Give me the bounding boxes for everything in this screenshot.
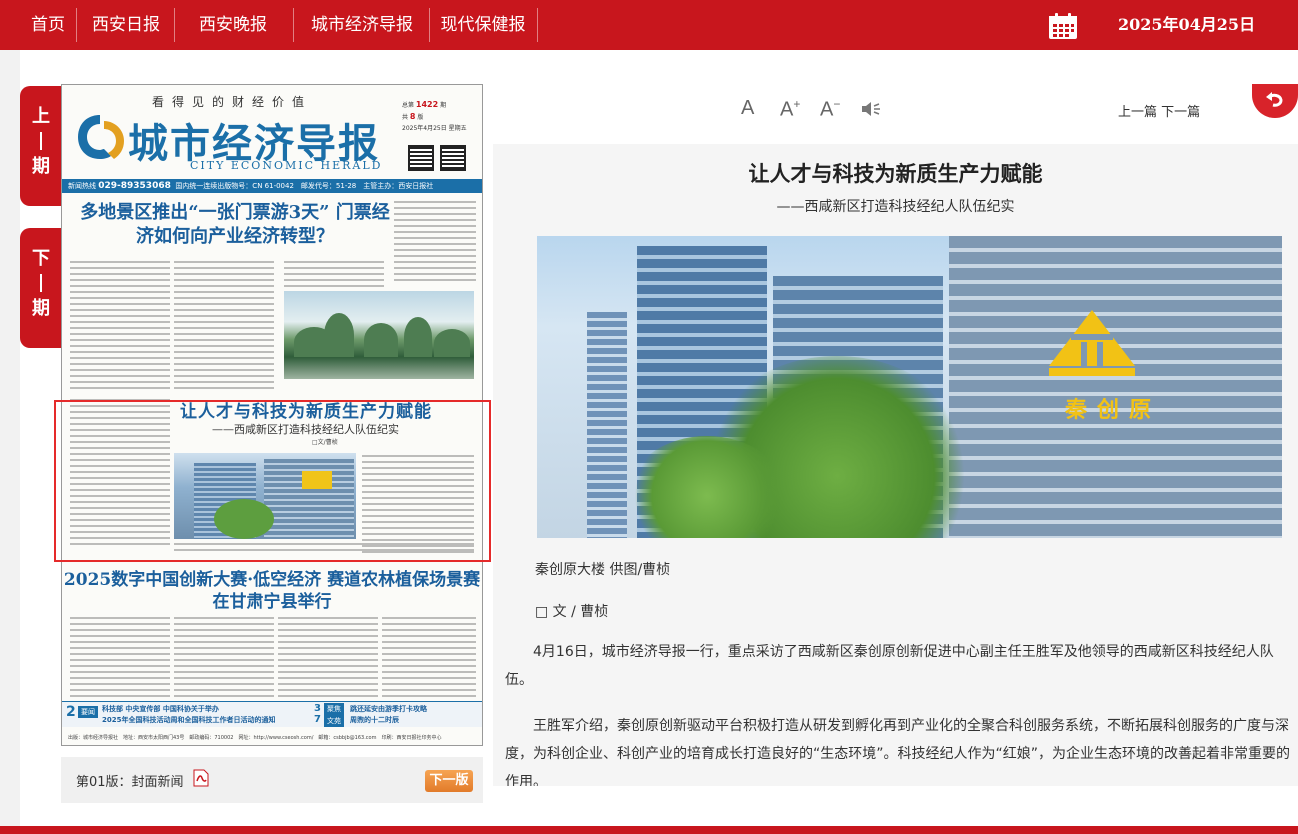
font-normal-label: A: [741, 97, 755, 119]
font-size-normal-button[interactable]: A: [741, 97, 754, 120]
article-pager: 上一篇 下一篇: [1118, 101, 1200, 120]
qr-code-icon: [408, 145, 434, 171]
nav-divider: [76, 8, 77, 42]
qr-code-icon: [440, 145, 466, 171]
hill-shape: [364, 323, 398, 357]
page-label: 第01版：封面新闻: [76, 775, 184, 790]
prev-article-link[interactable]: 上一篇: [1118, 105, 1157, 120]
guide-page-number: 2: [66, 704, 76, 720]
text-column: [394, 201, 476, 285]
font-smaller-sup: −: [833, 97, 841, 111]
selected-article-highlight[interactable]: [54, 400, 491, 562]
prev-tab-char-2: 期: [32, 156, 50, 177]
guide-line: 跳还延安由游季打卡攻略: [350, 705, 427, 713]
font-size-decrease-button[interactable]: A−: [820, 97, 840, 122]
publication-info: 国内统一连续出版物号：CN 61-0042 邮发代号：51-28 主管主办：西安…: [175, 182, 434, 190]
article-panel: 让人才与科技为新质生产力赋能 ——西咸新区打造科技经纪人队伍纪实 秦创原 秦创原…: [493, 144, 1298, 786]
next-tab-char-1: 下: [32, 248, 50, 269]
nav-item-xian-daily[interactable]: 西安日报: [80, 0, 172, 50]
next-tab-char-2: 期: [32, 298, 50, 319]
pdf-icon[interactable]: [193, 769, 209, 787]
text-column: [70, 261, 170, 391]
issue-total: 1422: [415, 100, 439, 109]
landscape-photo: [284, 291, 474, 379]
font-size-increase-button[interactable]: A+: [780, 97, 800, 122]
font-larger-label: A: [780, 98, 794, 121]
hill-shape: [434, 329, 470, 357]
guide-line: 科技部 中央宣传部 中国科协关于举办: [102, 705, 219, 713]
prev-tab-dash: [40, 132, 42, 150]
hotline-number: 029-89353068: [98, 181, 171, 191]
nav-item-modern-health[interactable]: 现代保健报: [430, 0, 536, 50]
next-tab-dash: [40, 274, 42, 292]
paper-guide-bar: 2 要闻 科技部 中央宣传部 中国科协关于举办 2025年全国科技活动周和全国科…: [62, 701, 482, 727]
calendar-icon[interactable]: [1048, 12, 1078, 40]
text-column: [174, 261, 274, 391]
article-paragraph: 王胜军介绍，秦创原创新驱动平台积极打造从研发到孵化再到产业化的全聚合科创服务系统…: [505, 718, 1291, 786]
speaker-icon[interactable]: [861, 101, 881, 117]
next-page-button[interactable]: 下一版: [425, 770, 473, 792]
building-shape: [587, 312, 627, 538]
prev-tab-char-1: 上: [32, 106, 50, 127]
article-subtitle: ——西咸新区打造科技经纪人队伍纪实: [776, 199, 1015, 215]
guide-tag: 聚焦: [324, 703, 344, 715]
article-byline: □ 文 / 曹桢: [535, 604, 609, 620]
issue-date: 2025年4月25日 星期五: [402, 125, 467, 132]
photo-caption: 秦创原大楼 供图/曹桢: [535, 562, 671, 578]
nav-item-home[interactable]: 首页: [22, 0, 74, 50]
nav-item-xian-evening[interactable]: 西安晚报: [184, 0, 282, 50]
guide-tag: 文苑: [324, 715, 344, 727]
nav-divider: [537, 8, 538, 42]
masthead-english-title: CITY ECONOMIC HERALD: [190, 159, 383, 172]
text-column: [174, 617, 274, 697]
top-nav-bar: 首页 西安日报 西安晚报 城市经济导报 现代保健报 2025年04月25日: [0, 0, 1298, 50]
article-photo[interactable]: 秦创原: [537, 236, 1282, 538]
hill-shape: [324, 313, 354, 357]
bottom-bar: [0, 826, 1298, 834]
article-paragraph: 4月16日，城市经济导报一行，重点采访了西咸新区秦创原创新促进中心副主任王胜军及…: [505, 644, 1274, 688]
hill-shape: [404, 317, 432, 357]
building-sign-text: 秦创原: [1065, 398, 1162, 423]
masthead-slogan: 看得见的财经价值: [152, 95, 313, 109]
hotline-label: 新闻热线: [68, 182, 96, 190]
nav-divider: [174, 8, 175, 42]
guide-tag: 要闻: [78, 706, 98, 718]
current-date: 2025年04月25日: [1118, 15, 1256, 34]
nav-divider: [293, 8, 294, 42]
guide-line: 周煦的十二时辰: [350, 716, 399, 724]
paper-headline-scenic: 多地景区推出“一张门票游3天” 门票经济如何向产业经济转型？: [80, 202, 390, 247]
text-column: [284, 261, 384, 287]
article-title: 让人才与科技为新质生产力赋能: [748, 162, 1043, 186]
nav-item-city-economic-herald[interactable]: 城市经济导报: [296, 0, 428, 50]
page-footer: 第01版：封面新闻 下一版: [61, 757, 483, 803]
font-larger-sup: +: [793, 97, 801, 111]
guide-page-number: 7: [314, 714, 321, 725]
back-arrow-icon: [1266, 92, 1283, 107]
previous-issue-tab[interactable]: 上 期: [20, 86, 62, 206]
next-article-link[interactable]: 下一篇: [1161, 105, 1200, 120]
next-issue-tab[interactable]: 下 期: [20, 228, 62, 348]
text-column: [382, 617, 476, 697]
guide-page-number: 3: [314, 703, 321, 714]
paper-headline-contest: 2025数字中国创新大赛·低空经济 赛道农林植保场景赛在甘肃宁县举行: [63, 570, 481, 612]
font-smaller-label: A: [820, 98, 834, 121]
newspaper-logo-icon: [78, 115, 124, 159]
guide-line: 2025年全国科技活动周和全国科技工作者日活动的通知: [102, 716, 276, 724]
issue-pages: 8: [409, 112, 416, 121]
text-column: [278, 617, 378, 697]
paper-info-bar: 新闻热线 029-89353068 国内统一连续出版物号：CN 61-0042 …: [62, 179, 482, 193]
paper-footer: 出版：城市经济导报社 地址：西安市太阳西门43号 邮政编码：710002 网址：…: [68, 735, 442, 741]
issue-info: 总第 1422 期 共 8 版 2025年4月25日 星期五: [402, 100, 467, 132]
text-column: [70, 617, 170, 697]
building-logo-icon: [1049, 310, 1135, 376]
